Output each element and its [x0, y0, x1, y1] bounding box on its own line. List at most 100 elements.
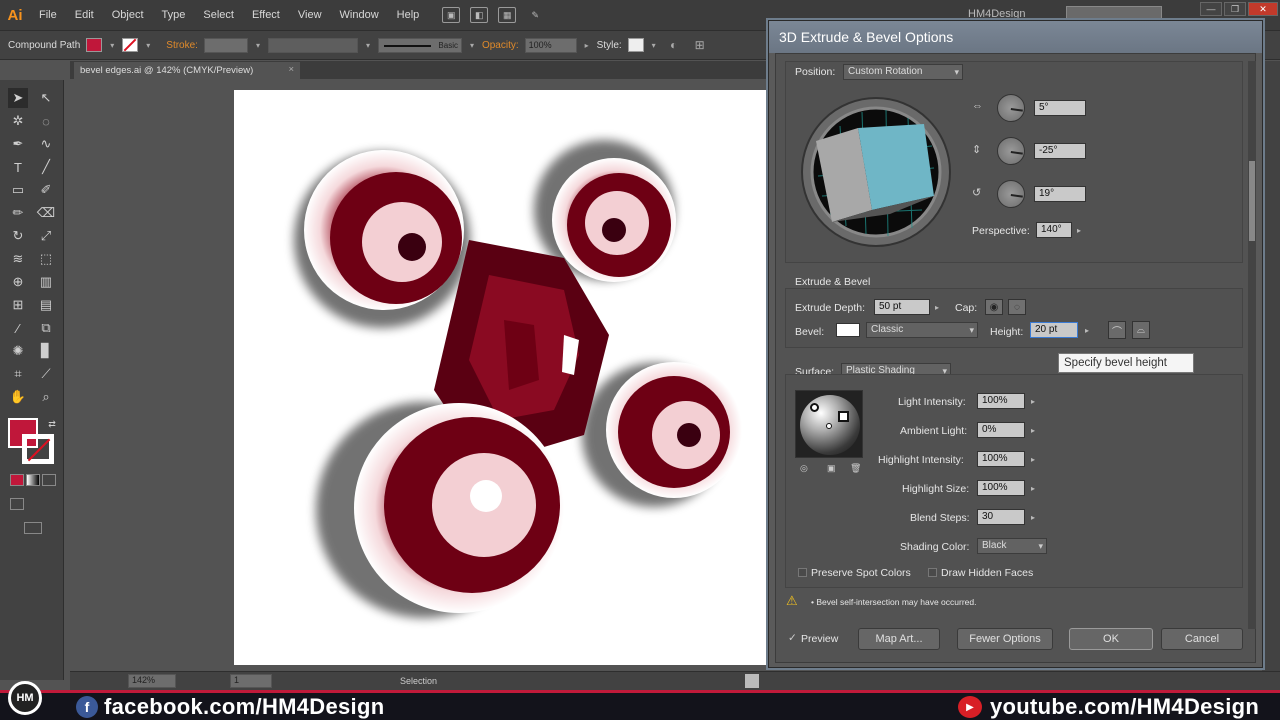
- perspective-arrow-icon[interactable]: ▸: [1074, 222, 1084, 238]
- z-axis-dial[interactable]: [997, 180, 1025, 208]
- artboard-tool-icon[interactable]: ⌗: [8, 364, 28, 384]
- menu-effect[interactable]: Effect: [243, 9, 289, 21]
- opacity-field[interactable]: 100%: [524, 37, 577, 53]
- screen-mode-icon[interactable]: [24, 522, 42, 534]
- move-light-back-icon[interactable]: ◎: [800, 463, 808, 474]
- fewer-options-button[interactable]: Fewer Options: [957, 628, 1053, 650]
- close-tab-icon[interactable]: ×: [288, 64, 294, 75]
- warp-tool-icon[interactable]: ≋: [8, 249, 28, 269]
- highlight-size-field[interactable]: 100%: [977, 480, 1025, 496]
- perspective-field[interactable]: 140°: [1036, 222, 1072, 238]
- bevel-select[interactable]: Classic: [866, 322, 978, 338]
- cap-on-icon[interactable]: ◉: [985, 299, 1003, 315]
- preserve-spot-colors-checkbox[interactable]: [798, 568, 807, 577]
- bevel-height-field[interactable]: 20 pt: [1030, 322, 1078, 338]
- slice-tool-icon[interactable]: ⟋: [36, 364, 56, 384]
- pen-tool-icon[interactable]: ✒: [8, 134, 28, 154]
- brush-dropdown-icon[interactable]: ▾: [468, 38, 476, 52]
- stock-icon[interactable]: ◧: [470, 7, 489, 23]
- style-dropdown-icon[interactable]: ▾: [650, 38, 658, 52]
- shading-color-select[interactable]: Black: [977, 538, 1047, 554]
- hand-tool-icon[interactable]: ✋: [8, 387, 28, 407]
- bevel-height-arrow-icon[interactable]: ▸: [1082, 322, 1092, 338]
- magic-wand-tool-icon[interactable]: ✲: [8, 111, 28, 131]
- eraser-tool-icon[interactable]: ⌫: [36, 203, 56, 223]
- zoom-field[interactable]: 142%: [128, 674, 176, 688]
- brush-definition-field[interactable]: Basic: [377, 37, 462, 53]
- maximize-icon[interactable]: ❐: [1224, 2, 1246, 16]
- menu-select[interactable]: Select: [194, 9, 243, 21]
- profile-dropdown-icon[interactable]: ▾: [364, 38, 372, 52]
- ambient-light-arrow-icon[interactable]: ▸: [1028, 422, 1038, 438]
- extrude-depth-field[interactable]: 50 pt: [874, 299, 930, 315]
- bevel-knot-artwork[interactable]: [234, 90, 774, 665]
- rectangle-tool-icon[interactable]: ▭: [8, 180, 28, 200]
- none-mode-icon[interactable]: [42, 474, 56, 486]
- x-axis-dial[interactable]: [997, 94, 1025, 122]
- swap-fill-stroke-icon[interactable]: ⇄: [42, 414, 62, 434]
- stroke-weight-field[interactable]: [203, 37, 248, 53]
- eyedropper-tool-icon[interactable]: ⁄: [8, 318, 28, 338]
- stroke-weight-dropdown-icon[interactable]: ▾: [254, 38, 262, 52]
- minimize-icon[interactable]: —: [1200, 2, 1222, 16]
- document-tab[interactable]: bevel edges.ai @ 142% (CMYK/Preview) ×: [74, 62, 300, 79]
- horizontal-scrollbar[interactable]: [745, 674, 759, 688]
- fill-dropdown-icon[interactable]: ▾: [108, 38, 116, 52]
- delete-light-icon[interactable]: 🗑: [850, 463, 861, 474]
- opacity-label[interactable]: Opacity:: [482, 40, 519, 51]
- bridge-icon[interactable]: ▣: [442, 7, 461, 23]
- align-icon[interactable]: ⊞: [690, 38, 710, 52]
- fill-swatch[interactable]: [86, 38, 103, 52]
- column-graph-tool-icon[interactable]: ▊: [36, 341, 56, 361]
- graphic-style-swatch[interactable]: [627, 38, 644, 52]
- arrange-documents-icon[interactable]: ▦: [498, 7, 517, 23]
- pencil-tool-icon[interactable]: ✏: [8, 203, 28, 223]
- bevel-extent-in-icon[interactable]: ⌓: [1132, 321, 1150, 339]
- draw-hidden-faces-checkbox[interactable]: [928, 568, 937, 577]
- zoom-tool-icon[interactable]: ⌕: [36, 387, 56, 407]
- workspace-switcher[interactable]: HM4Design: [968, 8, 1025, 20]
- menu-object[interactable]: Object: [103, 9, 153, 21]
- preview-checkbox-check[interactable]: ✓: [788, 632, 797, 644]
- preview-label[interactable]: Preview: [801, 633, 838, 645]
- draw-normal-icon[interactable]: [10, 498, 24, 510]
- ok-button[interactable]: OK: [1069, 628, 1153, 650]
- lighting-sphere[interactable]: [795, 390, 863, 458]
- extrude-depth-arrow-icon[interactable]: ▸: [932, 299, 942, 315]
- symbol-sprayer-tool-icon[interactable]: ✺: [8, 341, 28, 361]
- variable-width-profile[interactable]: [267, 37, 358, 53]
- highlight-intensity-field[interactable]: 100%: [977, 451, 1025, 467]
- x-rotation-field[interactable]: 5°: [1034, 100, 1086, 116]
- new-light-icon[interactable]: ▣: [827, 463, 836, 474]
- shape-builder-tool-icon[interactable]: ⊕: [8, 272, 28, 292]
- z-rotation-field[interactable]: 19°: [1034, 186, 1086, 202]
- stroke-color-box[interactable]: [22, 434, 54, 464]
- selected-light-source-icon[interactable]: [838, 411, 849, 422]
- highlight-intensity-arrow-icon[interactable]: ▸: [1028, 451, 1038, 467]
- artboard-navigation-field[interactable]: 1: [230, 674, 272, 688]
- dialog-title[interactable]: 3D Extrude & Bevel Options: [769, 21, 1262, 53]
- scale-tool-icon[interactable]: ⤢: [36, 226, 56, 246]
- map-art-button[interactable]: Map Art...: [858, 628, 940, 650]
- position-select[interactable]: Custom Rotation: [843, 64, 963, 80]
- light-source-icon[interactable]: [810, 403, 819, 412]
- menu-edit[interactable]: Edit: [66, 9, 103, 21]
- perspective-grid-tool-icon[interactable]: ▥: [36, 272, 56, 292]
- blend-steps-field[interactable]: 30: [977, 509, 1025, 525]
- dialog-scrollbar[interactable]: [1248, 61, 1256, 629]
- opacity-dropdown-icon[interactable]: ▸: [583, 38, 591, 52]
- type-tool-icon[interactable]: T: [8, 157, 28, 177]
- menu-help[interactable]: Help: [388, 9, 429, 21]
- rotate-tool-icon[interactable]: ↻: [8, 226, 28, 246]
- light-intensity-arrow-icon[interactable]: ▸: [1028, 393, 1038, 409]
- light-intensity-field[interactable]: 100%: [977, 393, 1025, 409]
- menu-type[interactable]: Type: [153, 9, 195, 21]
- mesh-tool-icon[interactable]: ⊞: [8, 295, 28, 315]
- bevel-extent-out-icon[interactable]: ⌒: [1108, 321, 1126, 339]
- lasso-tool-icon[interactable]: ◌: [36, 111, 56, 131]
- close-icon[interactable]: ✕: [1248, 2, 1278, 16]
- blend-tool-icon[interactable]: ⧉: [36, 318, 56, 338]
- cap-off-icon[interactable]: ◌: [1008, 299, 1026, 315]
- highlight-size-arrow-icon[interactable]: ▸: [1028, 480, 1038, 496]
- blend-steps-arrow-icon[interactable]: ▸: [1028, 509, 1038, 525]
